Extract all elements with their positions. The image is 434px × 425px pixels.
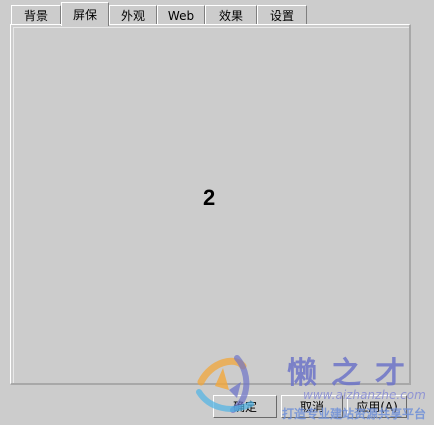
apply-button-label: 应用(A) bbox=[356, 400, 398, 414]
tab-effects[interactable]: 效果 bbox=[205, 5, 257, 25]
tab-label: 外观 bbox=[120, 9, 145, 23]
tab-label: Web bbox=[167, 8, 195, 23]
tab-background[interactable]: 背景 bbox=[11, 5, 61, 25]
tab-appearance[interactable]: 外观 bbox=[109, 5, 157, 25]
tab-settings[interactable]: 设置 bbox=[257, 5, 307, 25]
tab-label: 背景 bbox=[23, 9, 48, 23]
panel-content: 2 bbox=[13, 27, 409, 383]
ok-button-label: 确定 bbox=[232, 400, 257, 414]
tab-label: 设置 bbox=[269, 9, 294, 23]
cancel-button-label: 取消 bbox=[299, 400, 324, 414]
apply-button[interactable]: 应用(A) bbox=[347, 395, 407, 418]
tab-screensaver[interactable]: 屏保 bbox=[61, 2, 109, 26]
tab-label: 效果 bbox=[218, 9, 243, 23]
cancel-button[interactable]: 取消 bbox=[281, 395, 343, 418]
page-number: 2 bbox=[203, 185, 216, 210]
ok-button[interactable]: 确定 bbox=[213, 395, 277, 418]
tab-web[interactable]: Web bbox=[157, 5, 205, 25]
tab-panel: 2 bbox=[10, 24, 411, 385]
tab-label: 屏保 bbox=[72, 8, 97, 22]
